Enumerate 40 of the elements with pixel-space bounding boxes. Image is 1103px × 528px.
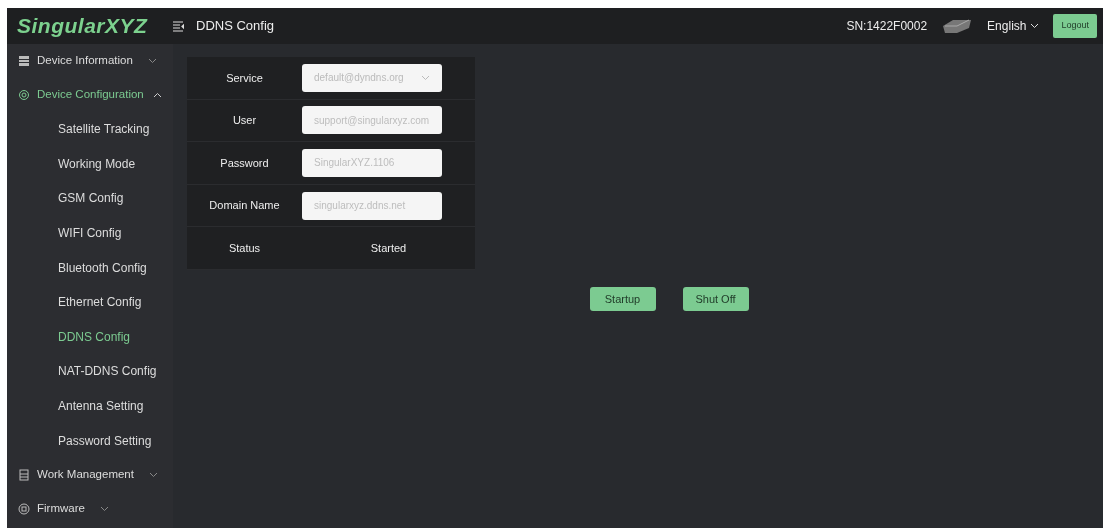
field-label: Domain Name	[208, 198, 281, 214]
sidebar-subitem[interactable]: DDNS Config	[7, 319, 173, 355]
sidebar-subitem[interactable]: Satellite Tracking	[7, 112, 173, 147]
sidebar-item[interactable]: Device Configuration	[7, 78, 173, 112]
language-dropdown[interactable]: English	[987, 17, 1040, 35]
sidebar-subitem[interactable]: Ethernet Config	[7, 284, 173, 320]
sidebar-item[interactable]: Device Information	[7, 44, 173, 78]
sidebar-subitem[interactable]: Password Setting	[7, 423, 173, 458]
device-icon	[941, 18, 974, 34]
caret-icon	[99, 505, 109, 512]
startup-button[interactable]: Startup	[589, 286, 656, 311]
sidebar-subitem[interactable]: Bluetooth Config	[7, 250, 173, 285]
caret-icon	[148, 471, 158, 478]
sidebar-subitem[interactable]: GSM Config	[7, 181, 173, 216]
sidebar-subitem[interactable]: WIFI Config	[7, 215, 173, 251]
chip-icon	[18, 502, 30, 515]
shut-off-button[interactable]: Shut Off	[682, 286, 749, 311]
field-label: User	[231, 113, 258, 129]
status-value: Started	[369, 240, 408, 256]
serial-number: SN:1422F0002	[846, 18, 928, 35]
caret-icon	[1030, 23, 1040, 29]
sidebar-subitem[interactable]: NAT-DDNS Config	[7, 354, 173, 389]
input-field[interactable]: support@singularxyz.com	[302, 106, 442, 135]
gear-icon	[18, 89, 30, 101]
document-icon	[18, 468, 30, 481]
sidebar-item[interactable]: Work Management	[7, 457, 173, 492]
field-label: Service	[225, 70, 264, 86]
sidebar-subitem[interactable]: Working Mode	[7, 146, 173, 182]
caret-icon	[152, 92, 162, 98]
sidebar-item[interactable]: Firmware	[7, 491, 173, 526]
field-label: Password	[219, 155, 270, 171]
field-label: Status	[227, 240, 262, 256]
logo: SingularXYZ	[16, 13, 149, 40]
page-title: DDNS Config	[196, 17, 275, 36]
caret-icon	[421, 74, 430, 81]
list-icon	[18, 55, 30, 67]
menu-icon[interactable]	[172, 20, 184, 32]
sidebar-subitem[interactable]: Antenna Setting	[7, 388, 173, 424]
caret-icon	[147, 58, 157, 64]
logout-button[interactable]: Logout	[1053, 14, 1097, 38]
